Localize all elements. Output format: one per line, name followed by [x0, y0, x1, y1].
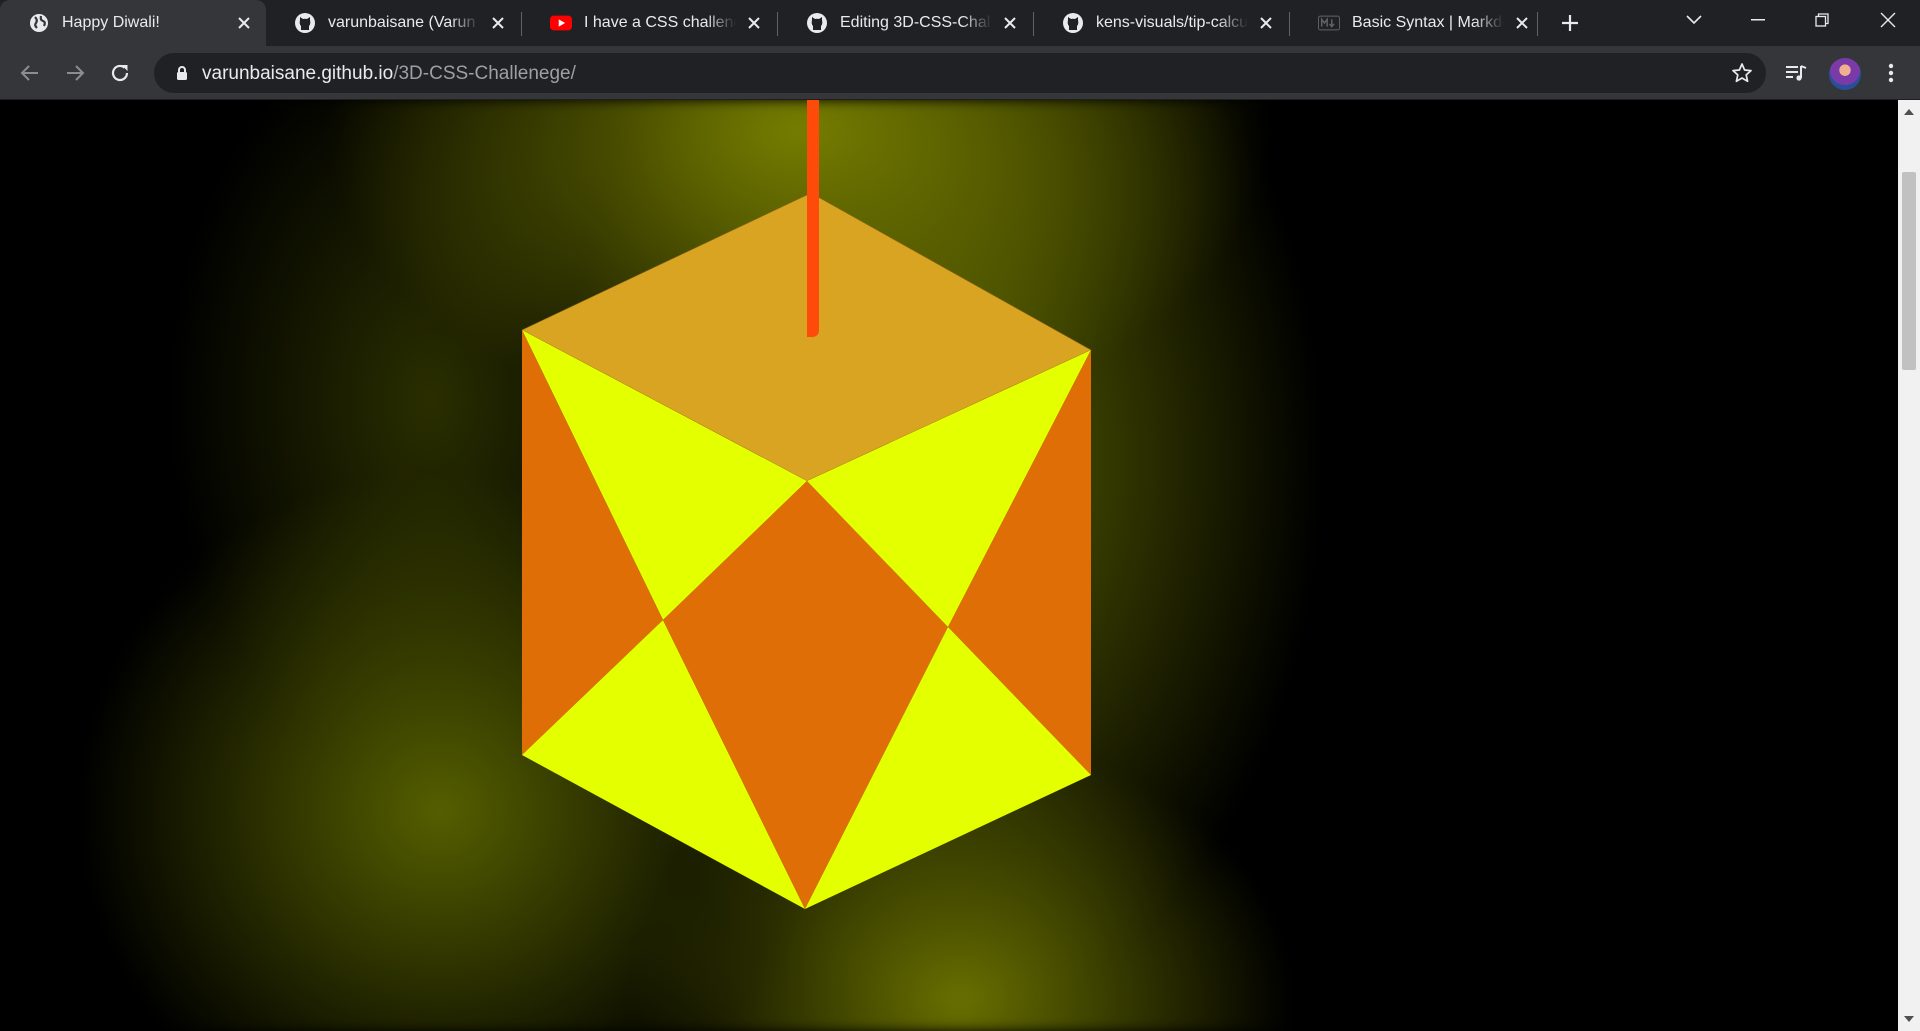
lantern-string — [807, 100, 819, 337]
tab-title: I have a CSS challenge for you — [584, 14, 736, 31]
close-tab-icon[interactable] — [1510, 11, 1534, 35]
minimize-icon — [1751, 19, 1765, 21]
close-tab-icon[interactable] — [486, 11, 510, 35]
arrow-left-icon — [20, 65, 38, 81]
tab-title: Happy Diwali! — [62, 14, 160, 31]
close-tab-icon[interactable] — [232, 11, 256, 35]
diwali-lantern — [521, 100, 1092, 909]
profile-avatar[interactable] — [1829, 58, 1861, 90]
scroll-down-arrow-icon[interactable] — [1898, 1011, 1920, 1027]
url-text: varunbaisane.github.io/3D-CSS-Challenege… — [202, 63, 576, 85]
minimize-button[interactable] — [1728, 0, 1788, 40]
menu-button[interactable] — [1873, 55, 1909, 91]
lock-icon — [174, 65, 190, 81]
tab-github-profile[interactable]: varunbaisane (Varun Baisane) — [266, 0, 520, 46]
tab-search-button[interactable] — [1664, 0, 1724, 40]
tab-youtube-video[interactable]: I have a CSS challenge for you — [522, 0, 776, 46]
tab-title: kens-visuals/tip-calculator — [1096, 14, 1248, 31]
close-window-button[interactable] — [1858, 0, 1918, 40]
tab-github-tip-calculator[interactable]: kens-visuals/tip-calculator — [1034, 0, 1288, 46]
tab-github-editing[interactable]: Editing 3D-CSS-Challenege — [778, 0, 1032, 46]
close-tab-icon[interactable] — [1254, 11, 1278, 35]
youtube-icon — [550, 12, 572, 34]
media-control-button[interactable] — [1778, 55, 1814, 91]
tab-title: varunbaisane (Varun Baisane) — [328, 14, 480, 31]
scrollbar-thumb[interactable] — [1902, 172, 1916, 370]
arrow-right-icon — [67, 65, 85, 81]
github-icon — [1062, 12, 1084, 34]
kebab-menu-icon — [1888, 63, 1894, 83]
back-button[interactable] — [12, 55, 48, 91]
url-host: varunbaisane.github.io — [202, 63, 394, 84]
reload-icon — [111, 64, 129, 82]
tab-strip: Happy Diwali! varunbaisane (Varun Baisan… — [0, 0, 1920, 46]
address-bar[interactable]: varunbaisane.github.io/3D-CSS-Challenege… — [154, 53, 1766, 93]
scroll-up-arrow-icon[interactable] — [1898, 104, 1920, 120]
close-tab-icon[interactable] — [742, 11, 766, 35]
tab-separator — [1537, 12, 1538, 36]
tab-title: Editing 3D-CSS-Challenege — [840, 14, 992, 31]
markdown-icon — [1318, 12, 1340, 34]
vertical-scrollbar[interactable] — [1898, 100, 1920, 1031]
bookmark-star-icon[interactable] — [1730, 61, 1754, 85]
restore-icon — [1815, 13, 1829, 27]
playlist-icon — [1786, 65, 1807, 81]
plus-icon — [1562, 15, 1578, 31]
chevron-down-icon — [1686, 15, 1702, 25]
github-icon — [806, 12, 828, 34]
tab-happy-diwali[interactable]: Happy Diwali! — [0, 0, 266, 46]
github-icon — [294, 12, 316, 34]
close-tab-icon[interactable] — [998, 11, 1022, 35]
url-path: /3D-CSS-Challenege/ — [393, 63, 576, 84]
toolbar: varunbaisane.github.io/3D-CSS-Challenege… — [0, 46, 1920, 100]
new-tab-button[interactable] — [1556, 9, 1584, 37]
globe-icon — [28, 12, 50, 34]
page-viewport — [0, 100, 1898, 1031]
reload-button[interactable] — [102, 55, 138, 91]
tab-title: Basic Syntax | Markdown Guide — [1352, 14, 1504, 31]
tab-markdown-guide[interactable]: Basic Syntax | Markdown Guide — [1290, 0, 1544, 46]
close-icon — [1880, 12, 1896, 28]
restore-button[interactable] — [1792, 0, 1852, 40]
forward-button[interactable] — [57, 55, 93, 91]
